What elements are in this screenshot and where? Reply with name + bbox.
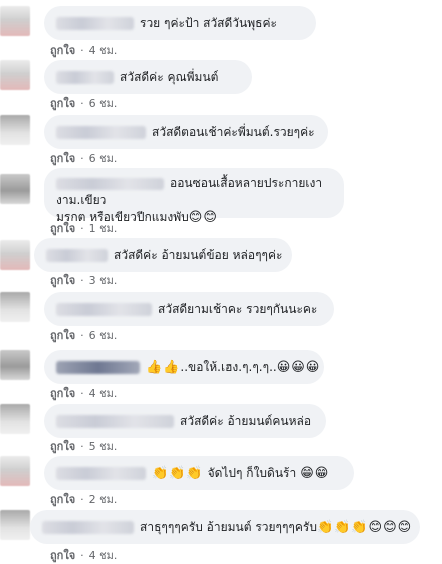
comment-bubble: สวัสดีค่ะ อ้ายมนต์ข้อย หล่อๆๆค่ะ: [34, 238, 292, 272]
comment-text: สวัสดีค่ะ อ้ายมนต์ข้อย หล่อๆๆค่ะ: [114, 247, 283, 262]
comment-text: สาธุๆๆๆครับ อ้ายมนต์ รวยๆๆๆครับ: [140, 519, 317, 534]
comment-bubble: 👍👍 ..ขอให้.เฮง.ๆ.ๆ.ๆ.. 😀😀😀: [44, 350, 324, 384]
grin-emoji: 😀😀😀: [276, 359, 321, 375]
comment-bubble: 👏👏👏 จัดไปๆ ก็ใบดินร้า 😁😁: [44, 456, 354, 490]
commenter-name[interactable]: [56, 177, 164, 190]
comment-meta: ถูกใจ · 2 ชม.: [50, 490, 117, 508]
avatar[interactable]: [0, 240, 30, 270]
avatar[interactable]: [0, 115, 30, 145]
comment-bubble: สวัสดีค่ะ คุณพี่มนต์: [44, 60, 252, 94]
comment-meta: ถูกใจ · 4 ชม.: [50, 41, 117, 59]
comment-time[interactable]: 1 ชม.: [89, 219, 118, 237]
comment-meta: ถูกใจ · 1 ชม.: [50, 219, 117, 237]
comment-time[interactable]: 6 ชม.: [89, 94, 118, 112]
meta-separator: ·: [80, 273, 84, 287]
meta-separator: ·: [80, 151, 84, 165]
grin-emoji: 😁😁: [300, 465, 330, 481]
like-link[interactable]: ถูกใจ: [50, 41, 75, 59]
comment-meta: ถูกใจ · 4 ชม.: [50, 384, 117, 402]
comment-text: สวัสดีค่ะ อ้ายมนต์คนหล่อ: [180, 413, 312, 428]
meta-separator: ·: [80, 439, 84, 453]
avatar[interactable]: [0, 510, 30, 540]
like-link[interactable]: ถูกใจ: [50, 326, 75, 344]
commenter-name[interactable]: [56, 466, 146, 480]
like-link[interactable]: ถูกใจ: [50, 490, 75, 508]
comment-time[interactable]: 3 ชม.: [89, 271, 118, 289]
comment-bubble: สาธุๆๆๆครับ อ้ายมนต์ รวยๆๆๆครับ 👏👏👏😊😊😊: [30, 510, 420, 544]
avatar[interactable]: [0, 6, 30, 36]
comment-text: สวัสดีตอนเช้าค่ะพี่มนต์.รวยๆค่ะ: [152, 124, 315, 139]
comment-text: จัดไปๆ ก็ใบดินร้า: [207, 465, 297, 480]
like-link[interactable]: ถูกใจ: [50, 271, 75, 289]
comment-text: สวัสดียามเช้าคะ รวยๆกันนะคะ: [158, 301, 318, 316]
commenter-name[interactable]: [46, 248, 108, 262]
comment-time[interactable]: 6 ชม.: [89, 149, 118, 167]
avatar[interactable]: [0, 174, 30, 204]
comment-bubble: สวัสดียามเช้าคะ รวยๆกันนะคะ: [44, 292, 334, 326]
comment-bubble: รวย ๆค่ะป้า สวัสดีวันพุธค่ะ: [44, 6, 316, 40]
comment-text: สวัสดีค่ะ คุณพี่มนต์: [120, 69, 219, 84]
avatar[interactable]: [0, 60, 30, 90]
meta-separator: ·: [80, 548, 84, 562]
meta-separator: ·: [80, 96, 84, 110]
like-link[interactable]: ถูกใจ: [50, 219, 75, 237]
avatar[interactable]: [0, 456, 30, 486]
comment-time[interactable]: 2 ชม.: [89, 490, 118, 508]
thumbs-up-emoji: 👍👍: [146, 359, 181, 375]
like-link[interactable]: ถูกใจ: [50, 384, 75, 402]
comment-time[interactable]: 5 ชม.: [89, 437, 118, 455]
meta-separator: ·: [80, 386, 84, 400]
avatar[interactable]: [0, 404, 30, 434]
comment-meta: ถูกใจ · 3 ชม.: [50, 271, 117, 289]
comment-text: รวย ๆค่ะป้า สวัสดีวันพุธค่ะ: [140, 15, 277, 30]
comment-meta: ถูกใจ · 6 ชม.: [50, 326, 117, 344]
comment-time[interactable]: 4 ชม.: [89, 384, 118, 402]
comment-meta: ถูกใจ · 4 ชม.: [50, 546, 117, 564]
commenter-name[interactable]: [56, 125, 146, 139]
commenter-name[interactable]: [56, 302, 152, 316]
comment-meta: ถูกใจ · 6 ชม.: [50, 94, 117, 112]
commenter-name[interactable]: [56, 360, 140, 374]
comment-time[interactable]: 6 ชม.: [89, 326, 118, 344]
comment-bubble: ออนซอนเสื้อหลายประกายเงางาม.เขียว มรกต ห…: [44, 168, 344, 225]
meta-separator: ·: [80, 221, 84, 235]
clap-emoji: 👏👏👏: [152, 465, 204, 481]
like-link[interactable]: ถูกใจ: [50, 94, 75, 112]
meta-separator: ·: [80, 328, 84, 342]
commenter-name[interactable]: [42, 520, 134, 534]
comment-meta: ถูกใจ · 5 ชม.: [50, 437, 117, 455]
clap-smile-emoji: 👏👏👏😊😊😊: [316, 519, 413, 535]
avatar[interactable]: [0, 292, 30, 322]
like-link[interactable]: ถูกใจ: [50, 437, 75, 455]
comment-bubble: สวัสดีตอนเช้าค่ะพี่มนต์.รวยๆค่ะ: [44, 115, 328, 149]
comment-time[interactable]: 4 ชม.: [89, 41, 118, 59]
commenter-name[interactable]: [56, 414, 174, 428]
like-link[interactable]: ถูกใจ: [50, 546, 75, 564]
like-link[interactable]: ถูกใจ: [50, 149, 75, 167]
comment-bubble: สวัสดีค่ะ อ้ายมนต์คนหล่อ: [44, 404, 326, 438]
avatar[interactable]: [0, 350, 30, 380]
meta-separator: ·: [80, 43, 84, 57]
comment-time[interactable]: 4 ชม.: [89, 546, 118, 564]
comment-meta: ถูกใจ · 6 ชม.: [50, 149, 117, 167]
meta-separator: ·: [80, 492, 84, 506]
commenter-name[interactable]: [56, 16, 134, 30]
comment-text: ..ขอให้.เฮง.ๆ.ๆ.ๆ..: [180, 359, 277, 374]
commenter-name[interactable]: [56, 70, 114, 84]
smile-emoji: 😊😊: [188, 210, 218, 225]
